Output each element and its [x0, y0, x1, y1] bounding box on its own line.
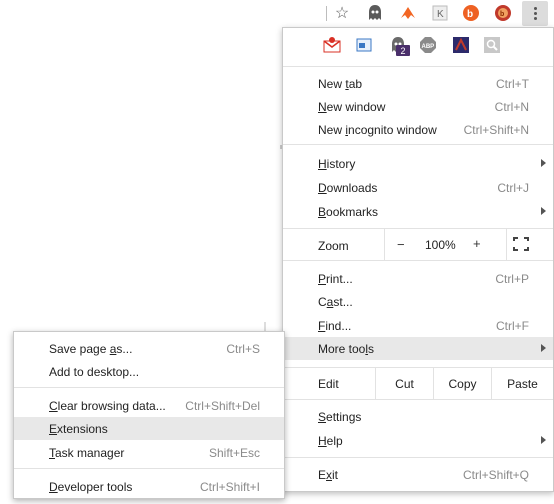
ghostery-icon[interactable] [366, 4, 384, 22]
menu-divider [283, 399, 553, 400]
adblock-plus-icon[interactable]: ABP [419, 36, 437, 54]
shortcut-save-page: Ctrl+S [226, 342, 260, 356]
menu-item-bookmarks[interactable]: Bookmarks [283, 200, 553, 223]
more-tools-submenu: Save page as... Ctrl+S Add to desktop...… [13, 331, 285, 499]
svg-text:K: K [437, 9, 444, 20]
svg-text:b: b [500, 11, 504, 18]
submenu-item-save-page[interactable]: Save page as... Ctrl+S [14, 337, 284, 360]
k-icon[interactable]: K [431, 4, 449, 22]
menu-item-cast[interactable]: Cast... [283, 290, 553, 313]
fullscreen-icon[interactable] [513, 237, 529, 251]
chrome-main-menu: 2 ABP New tab Ctrl+T New window Ctrl+N N… [282, 27, 554, 492]
menu-divider [283, 144, 553, 145]
paste-button[interactable]: Paste [491, 368, 553, 399]
menu-divider [283, 66, 553, 67]
submenu-item-extensions[interactable]: Extensions [14, 417, 284, 440]
svg-text:b: b [467, 9, 473, 20]
menu-divider [283, 260, 553, 261]
shortcut-exit: Ctrl+Shift+Q [462, 468, 529, 482]
menu-divider [14, 387, 284, 388]
shortcut-new-incognito: Ctrl+Shift+N [463, 123, 529, 137]
night-icon[interactable] [452, 36, 470, 54]
ghost-badge: 2 [396, 45, 410, 56]
submenu-arrow-icon [541, 436, 546, 444]
zoom-controls: − 100% + [384, 229, 507, 260]
shortcut-downloads: Ctrl+J [497, 181, 529, 195]
menu-divider [14, 468, 284, 469]
zoom-row: Zoom − 100% + [283, 229, 553, 260]
shortcut-new-window: Ctrl+N [494, 100, 529, 114]
menu-item-find[interactable]: Find... Ctrl+F [283, 314, 553, 337]
menu-divider [283, 457, 553, 458]
fox-icon[interactable] [399, 4, 417, 22]
menu-item-new-tab[interactable]: New tab Ctrl+T [283, 72, 553, 95]
menu-item-settings[interactable]: Settings [283, 405, 553, 428]
submenu-arrow-icon [541, 207, 546, 215]
extension-icon-row: 2 ABP [283, 28, 553, 63]
edit-row: Edit Cut Copy Paste [283, 368, 553, 399]
menu-item-print[interactable]: Print... Ctrl+P [283, 267, 553, 290]
menu-item-new-window[interactable]: New window Ctrl+N [283, 95, 553, 118]
gmail-checker-icon[interactable] [323, 36, 341, 54]
cut-button[interactable]: Cut [375, 368, 433, 399]
zoom-in-button[interactable]: + [473, 236, 481, 251]
menu-item-new-incognito[interactable]: New incognito window Ctrl+Shift+N [283, 118, 553, 141]
screenshot-icon[interactable] [355, 36, 373, 54]
submenu-item-task-manager[interactable]: Task manager Shift+Esc [14, 441, 284, 464]
shortcut-developer-tools: Ctrl+Shift+I [199, 480, 260, 494]
submenu-item-developer-tools[interactable]: Developer tools Ctrl+Shift+I [14, 475, 284, 498]
shortcut-new-tab: Ctrl+T [496, 77, 529, 91]
browser-toolbar: ☆ K b b [0, 0, 554, 27]
shortcut-clear-data: Ctrl+Shift+Del [185, 399, 260, 413]
submenu-arrow-icon [541, 159, 546, 167]
menu-item-more-tools[interactable]: More tools [283, 337, 553, 360]
menu-item-help[interactable]: Help [283, 429, 553, 452]
menu-item-exit[interactable]: Exit Ctrl+Shift+Q [283, 463, 553, 486]
submenu-item-clear-browsing-data[interactable]: Clear browsing data... Ctrl+Shift+Del [14, 394, 284, 417]
shortcut-task-manager: Shift+Esc [208, 446, 260, 460]
submenu-arrow-icon [541, 344, 546, 352]
copy-button[interactable]: Copy [433, 368, 491, 399]
star-icon[interactable]: ☆ [333, 4, 351, 22]
blog-icon[interactable]: b [494, 4, 512, 22]
kebab-menu-icon[interactable] [522, 1, 548, 26]
edit-label: Edit [318, 377, 339, 391]
search-plugin-icon[interactable] [483, 36, 501, 54]
zoom-out-button[interactable]: − [397, 237, 405, 252]
toolbar-separator [326, 6, 327, 21]
svg-text:ABP: ABP [422, 44, 435, 50]
bitly-icon[interactable]: b [462, 4, 480, 22]
submenu-item-add-to-desktop[interactable]: Add to desktop... [14, 360, 284, 383]
shortcut-print: Ctrl+P [495, 272, 529, 286]
zoom-level: 100% [425, 238, 456, 252]
menu-item-downloads[interactable]: Downloads Ctrl+J [283, 176, 553, 199]
shortcut-find: Ctrl+F [496, 319, 529, 333]
zoom-label: Zoom [318, 239, 349, 253]
menu-item-history[interactable]: History [283, 152, 553, 175]
